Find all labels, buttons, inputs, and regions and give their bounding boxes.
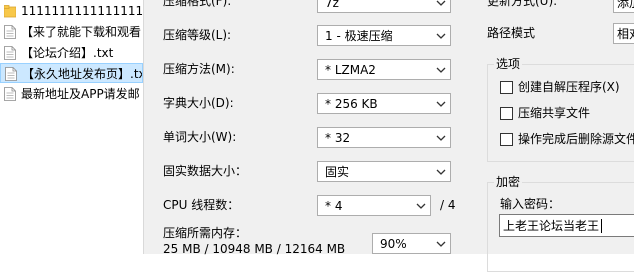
- memory-percent-combo[interactable]: 90%: [372, 233, 451, 254]
- solid-block-label: 固实数据大小：: [163, 164, 248, 178]
- update-mode-combo[interactable]: 添加: [613, 0, 634, 13]
- chevron-down-icon: [436, 101, 446, 107]
- memory-label: 压缩所需内存：: [163, 226, 248, 240]
- path-mode-value: 相对: [617, 27, 634, 41]
- memory-percent-value: 90%: [380, 237, 407, 251]
- folder-icon: [4, 5, 16, 18]
- file-name: 最新地址及APP请发邮: [21, 87, 140, 101]
- dictionary-value: * 256 KB: [325, 97, 378, 111]
- path-mode-label: 路径模式: [487, 26, 536, 40]
- shared-files-checkbox-label[interactable]: 压缩共享文件: [518, 105, 590, 121]
- encryption-group-title: 加密: [494, 174, 523, 190]
- file-name: 【永久地址发布页】.tx: [22, 67, 143, 81]
- level-combo[interactable]: 1 - 极速压缩: [317, 25, 451, 46]
- text-file-icon: [4, 25, 16, 39]
- method-combo[interactable]: * LZMA2: [317, 59, 451, 80]
- add-to-archive-dialog: 压缩格式(F): 7z 压缩等级(L): 1 - 极速压缩 压缩方法(M): *…: [143, 0, 634, 272]
- update-mode-value: 添加: [617, 0, 634, 10]
- shared-files-checkbox[interactable]: [500, 107, 513, 120]
- password-input[interactable]: 上老王论坛当老王: [499, 214, 634, 237]
- chevron-down-icon: [436, 169, 446, 175]
- file-list-item[interactable]: 【论坛介绍】.txt: [0, 43, 143, 63]
- options-group-title: 选项: [494, 56, 523, 72]
- level-label: 压缩等级(L):: [163, 28, 232, 42]
- dictionary-label: 字典大小(D):: [163, 96, 234, 110]
- text-file-icon: [4, 46, 16, 60]
- word-size-label: 单词大小(W):: [163, 130, 237, 144]
- solid-block-value: 固实: [325, 165, 350, 179]
- format-label: 压缩格式(F):: [163, 0, 232, 8]
- file-name: 11111111111111111: [21, 4, 143, 18]
- file-list-item[interactable]: 最新地址及APP请发邮: [0, 84, 143, 104]
- text-file-icon: [5, 67, 17, 81]
- file-name: 【论坛介绍】.txt: [21, 46, 114, 60]
- chevron-down-icon: [436, 33, 446, 39]
- file-name: 【来了就能下载和观看: [21, 25, 142, 39]
- dictionary-combo[interactable]: * 256 KB: [317, 93, 451, 114]
- chevron-down-icon: [436, 241, 446, 247]
- path-mode-combo[interactable]: 相对: [613, 23, 634, 44]
- sfx-checkbox[interactable]: [500, 81, 513, 94]
- file-list-item-selected[interactable]: 【永久地址发布页】.tx: [0, 63, 143, 83]
- delete-after-checkbox[interactable]: [500, 133, 513, 146]
- method-label: 压缩方法(M):: [163, 62, 235, 76]
- chevron-down-icon: [436, 135, 446, 141]
- cpu-threads-combo[interactable]: * 4: [317, 195, 431, 216]
- text-file-icon: [4, 87, 16, 101]
- memory-value: 25 MB / 10948 MB / 12164 MB: [163, 242, 346, 256]
- text-caret: [601, 219, 602, 233]
- chevron-down-icon: [436, 67, 446, 73]
- level-value: 1 - 极速压缩: [325, 29, 393, 43]
- cpu-threads-total: / 4: [440, 198, 456, 212]
- cpu-threads-value: * 4: [325, 199, 343, 213]
- word-size-value: * 32: [325, 131, 351, 145]
- file-list-item[interactable]: 11111111111111111: [0, 1, 143, 21]
- solid-block-combo[interactable]: 固实: [317, 161, 451, 182]
- chevron-down-icon: [416, 203, 426, 209]
- delete-after-checkbox-label[interactable]: 操作完成后删除源文件: [518, 131, 634, 147]
- update-mode-label: 更新方式(U):: [487, 0, 558, 8]
- word-size-combo[interactable]: * 32: [317, 127, 451, 148]
- format-value: 7z: [325, 0, 339, 10]
- password-label: 输入密码：: [500, 197, 561, 211]
- format-combo[interactable]: 7z: [317, 0, 451, 13]
- file-list-pane[interactable]: 11111111111111111 【来了就能下载和观看 【论坛介绍】.txt: [0, 0, 143, 254]
- method-value: * LZMA2: [325, 63, 376, 77]
- sfx-checkbox-label[interactable]: 创建自解压程序(X): [518, 79, 620, 95]
- chevron-down-icon: [436, 0, 446, 6]
- password-value: 上老王论坛当老王: [503, 219, 600, 233]
- file-list-item[interactable]: 【来了就能下载和观看: [0, 22, 143, 42]
- cpu-threads-label: CPU 线程数：: [163, 198, 240, 212]
